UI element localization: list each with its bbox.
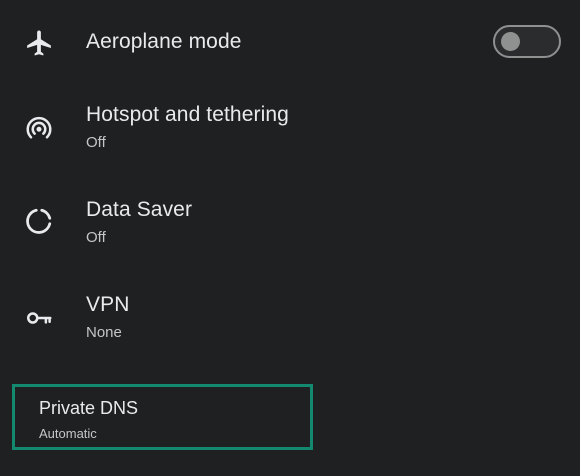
private-dns-row[interactable]: Private DNS Automatic: [12, 384, 313, 450]
private-dns-title: Private DNS: [39, 398, 139, 418]
data-saver-status: Off: [86, 229, 106, 246]
aeroplane-mode-row[interactable]: Aeroplane mode: [0, 18, 580, 68]
airplane-icon: [22, 26, 56, 60]
toggle-thumb: [501, 32, 520, 51]
hotspot-tethering-status: Off: [86, 134, 106, 151]
vpn-status: None: [86, 324, 122, 341]
hotspot-tethering-title: Hotspot and tethering: [86, 103, 289, 126]
data-saver-title: Data Saver: [86, 198, 193, 221]
hotspot-icon: [22, 111, 56, 145]
network-settings-screen: Aeroplane mode Hotspot and tethering Off…: [0, 0, 580, 476]
data-saver-row[interactable]: Data Saver Off: [0, 190, 580, 260]
aeroplane-mode-toggle[interactable]: [493, 25, 561, 58]
vpn-row[interactable]: VPN None: [0, 285, 580, 355]
key-icon: [22, 301, 56, 335]
hotspot-tethering-row[interactable]: Hotspot and tethering Off: [0, 95, 580, 165]
private-dns-status: Automatic: [39, 426, 97, 441]
aeroplane-mode-title: Aeroplane mode: [86, 30, 242, 53]
vpn-title: VPN: [86, 293, 130, 316]
data-saver-icon: [22, 204, 56, 238]
